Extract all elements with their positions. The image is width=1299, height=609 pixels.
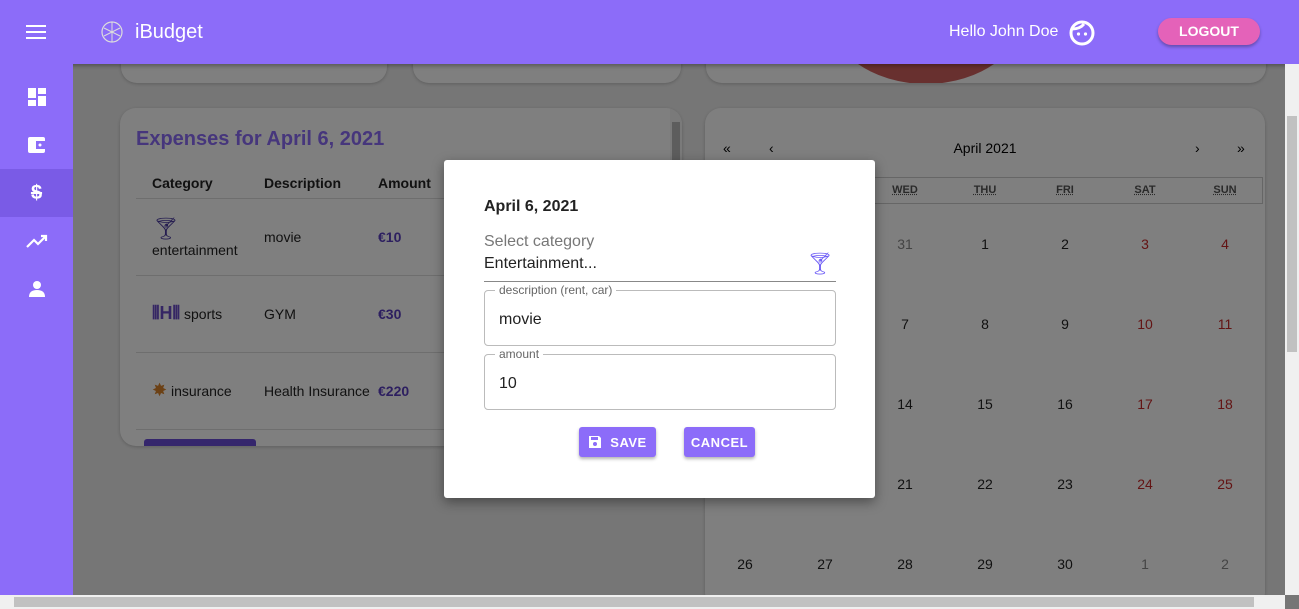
wallet-icon — [27, 137, 45, 153]
cocktail-icon: 🍸︎ — [806, 251, 834, 276]
person-icon — [28, 281, 45, 297]
description-field[interactable]: description (rent, car) movie — [484, 283, 836, 346]
trending-up-icon — [25, 234, 47, 248]
horizontal-scrollbar[interactable] — [0, 595, 1285, 609]
greeting: Hello John Doe — [949, 23, 1059, 40]
face-icon — [1069, 20, 1095, 46]
sidebar-item-wallet[interactable] — [0, 121, 73, 169]
dialog-date: April 6, 2021 — [484, 198, 579, 215]
menu-icon[interactable] — [26, 25, 46, 39]
description-value: movie — [499, 311, 542, 328]
sidebar-item-statistics[interactable] — [0, 217, 73, 265]
dashboard-icon — [27, 88, 46, 106]
amount-label: amount — [495, 347, 544, 361]
description-label: description (rent, car) — [495, 283, 617, 297]
vertical-scrollbar[interactable] — [1285, 64, 1299, 595]
edit-expense-dialog: April 6, 2021 Select category Entertainm… — [444, 160, 875, 498]
logout-button[interactable]: LOGOUT — [1158, 18, 1260, 45]
cancel-button[interactable]: CANCEL — [684, 427, 755, 457]
sidebar-item-dashboard[interactable] — [0, 73, 73, 121]
category-label: Select category — [484, 233, 595, 250]
category-select[interactable]: Entertainment... 🍸︎ — [484, 251, 836, 282]
sidebar-item-expenses[interactable]: $ — [0, 169, 73, 217]
cancel-label: CANCEL — [690, 434, 749, 450]
money-off-icon: $ — [30, 181, 43, 204]
amount-value: 10 — [499, 375, 517, 392]
app-bar: iBudget Hello John Doe LOGOUT — [0, 0, 1299, 64]
save-icon — [589, 436, 602, 448]
sidebar-item-profile[interactable] — [0, 265, 73, 313]
save-button[interactable]: SAVE — [579, 427, 656, 457]
save-label: SAVE — [610, 434, 647, 450]
app-title: iBudget — [135, 21, 203, 43]
sidebar: $ — [0, 64, 73, 609]
logo-icon — [101, 21, 123, 43]
category-value: Entertainment... — [484, 255, 597, 272]
amount-field[interactable]: amount 10 — [484, 347, 836, 410]
